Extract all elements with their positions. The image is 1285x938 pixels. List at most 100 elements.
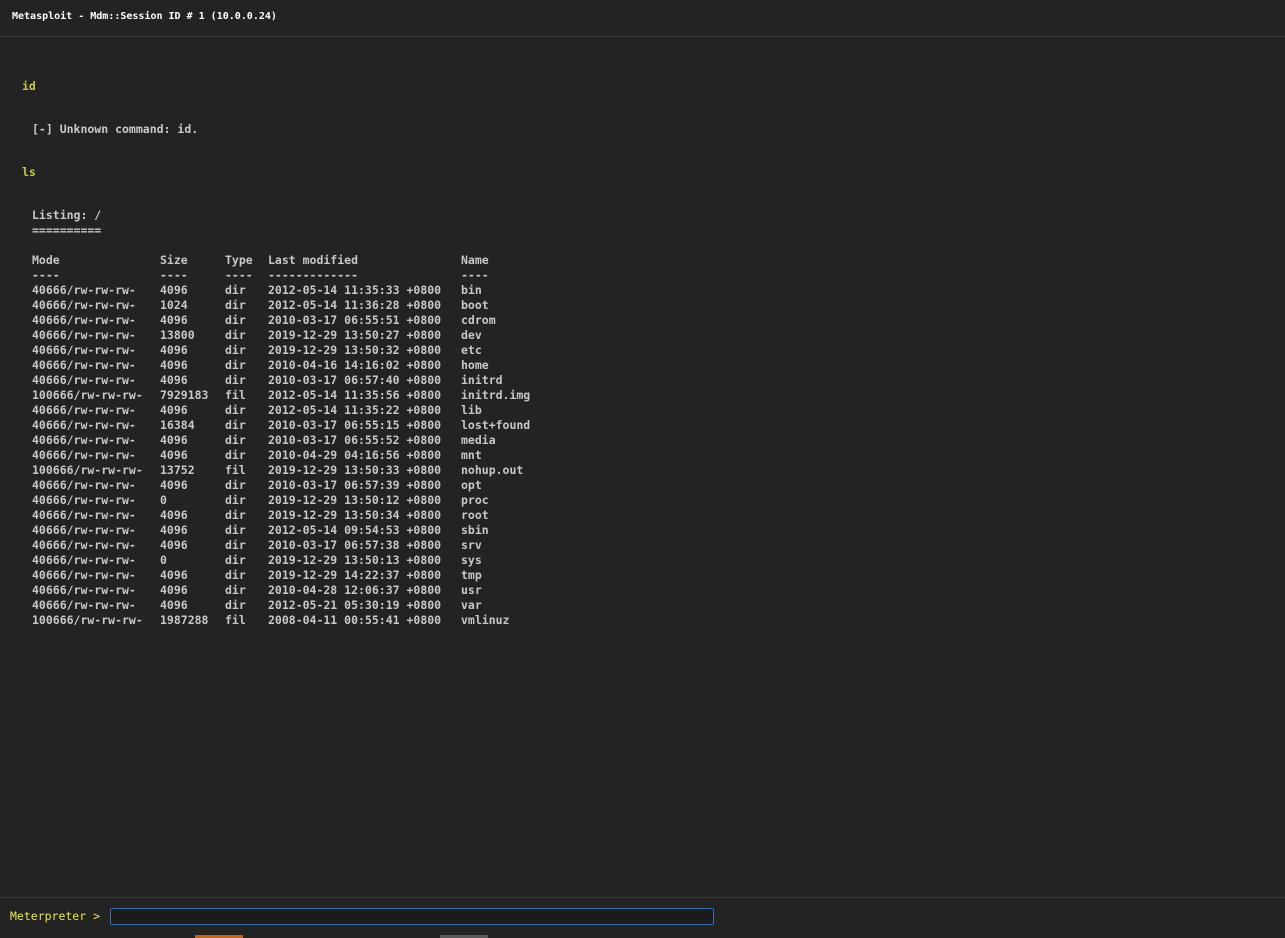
row-name: mnt bbox=[461, 448, 482, 462]
row-type: dir bbox=[225, 478, 246, 492]
row-type: dir bbox=[225, 508, 246, 522]
row-name: initrd bbox=[461, 373, 503, 387]
row-mode: 40666/rw-rw-rw- bbox=[32, 403, 136, 417]
title-bar: Metasploit - Mdm::Session ID # 1 (10.0.0… bbox=[0, 0, 1285, 37]
row-mode: 40666/rw-rw-rw- bbox=[32, 373, 136, 387]
rule-type: ---- bbox=[225, 268, 253, 282]
row-modified: 2010-03-17 06:57:38 +0800 bbox=[268, 538, 442, 552]
row-name: nohup.out bbox=[461, 463, 524, 477]
row-modified: 2012-05-14 11:36:28 +0800 bbox=[268, 298, 442, 312]
row-size: 4096 bbox=[160, 343, 188, 357]
row-type: dir bbox=[225, 283, 246, 297]
row-modified: 2012-05-14 11:35:56 +0800 bbox=[268, 388, 442, 402]
row-size: 4096 bbox=[160, 313, 188, 327]
row-type: dir bbox=[225, 343, 246, 357]
row-size: 4096 bbox=[160, 448, 188, 462]
row-type: dir bbox=[225, 433, 246, 447]
rule-mode: ---- bbox=[32, 268, 60, 282]
row-mode: 40666/rw-rw-rw- bbox=[32, 478, 136, 492]
row-type: fil bbox=[225, 388, 246, 402]
row-modified: 2010-03-17 06:57:39 +0800 bbox=[268, 478, 442, 492]
row-mode: 40666/rw-rw-rw- bbox=[32, 313, 136, 327]
window-title: Metasploit - Mdm::Session ID # 1 (10.0.0… bbox=[12, 11, 277, 22]
row-name: var bbox=[461, 598, 482, 612]
row-size: 0 bbox=[160, 553, 167, 567]
row-modified: 2019-12-29 13:50:12 +0800 bbox=[268, 493, 442, 507]
header-type: Type bbox=[225, 253, 253, 267]
row-type: dir bbox=[225, 568, 246, 582]
row-type: fil bbox=[225, 463, 246, 477]
row-type: dir bbox=[225, 538, 246, 552]
row-mode: 40666/rw-rw-rw- bbox=[32, 538, 136, 552]
row-modified: 2012-05-14 09:54:53 +0800 bbox=[268, 523, 442, 537]
row-size: 4096 bbox=[160, 508, 188, 522]
table-header-rule: ---- ---- ---- ------------- ---- bbox=[32, 268, 489, 283]
row-name: cdrom bbox=[461, 313, 496, 327]
row-mode: 100666/rw-rw-rw- bbox=[32, 388, 143, 402]
row-modified: 2010-03-17 06:55:51 +0800 bbox=[268, 313, 442, 327]
row-mode: 40666/rw-rw-rw- bbox=[32, 493, 136, 507]
row-size: 4096 bbox=[160, 568, 188, 582]
row-type: dir bbox=[225, 598, 246, 612]
row-name: boot bbox=[461, 298, 489, 312]
command-input[interactable] bbox=[110, 908, 714, 925]
row-type: dir bbox=[225, 373, 246, 387]
row-name: lib bbox=[461, 403, 482, 417]
row-size: 1024 bbox=[160, 298, 188, 312]
row-type: dir bbox=[225, 553, 246, 567]
listing-title: Listing: / bbox=[32, 208, 102, 222]
row-type: dir bbox=[225, 358, 246, 372]
row-modified: 2010-03-17 06:55:15 +0800 bbox=[268, 418, 442, 432]
row-name: home bbox=[461, 358, 489, 372]
command-echo-id: id bbox=[22, 79, 36, 93]
row-mode: 100666/rw-rw-rw- bbox=[32, 463, 143, 477]
error-message: [-] Unknown command: id. bbox=[32, 122, 199, 136]
row-type: dir bbox=[225, 523, 246, 537]
row-type: dir bbox=[225, 448, 246, 462]
row-size: 4096 bbox=[160, 358, 188, 372]
rule-name: ---- bbox=[461, 268, 489, 282]
row-type: dir bbox=[225, 313, 246, 327]
row-type: dir bbox=[225, 418, 246, 432]
row-modified: 2012-05-14 11:35:22 +0800 bbox=[268, 403, 442, 417]
row-name: srv bbox=[461, 538, 482, 552]
row-modified: 2019-12-29 14:22:37 +0800 bbox=[268, 568, 442, 582]
row-name: root bbox=[461, 508, 489, 522]
row-mode: 40666/rw-rw-rw- bbox=[32, 568, 136, 582]
row-modified: 2019-12-29 13:50:32 +0800 bbox=[268, 343, 442, 357]
row-modified: 2019-12-29 13:50:34 +0800 bbox=[268, 508, 442, 522]
row-name: usr bbox=[461, 583, 482, 597]
row-size: 4096 bbox=[160, 598, 188, 612]
row-mode: 40666/rw-rw-rw- bbox=[32, 328, 136, 342]
row-mode: 40666/rw-rw-rw- bbox=[32, 358, 136, 372]
row-modified: 2012-05-21 05:30:19 +0800 bbox=[268, 598, 442, 612]
row-mode: 40666/rw-rw-rw- bbox=[32, 553, 136, 567]
prompt-bar: Meterpreter > bbox=[0, 897, 1285, 938]
row-name: dev bbox=[461, 328, 482, 342]
header-mode: Mode bbox=[32, 253, 60, 267]
row-mode: 40666/rw-rw-rw- bbox=[32, 523, 136, 537]
row-name: tmp bbox=[461, 568, 482, 582]
console-output: id [-] Unknown command: id. ls Listing: … bbox=[0, 37, 1285, 897]
row-size: 0 bbox=[160, 493, 167, 507]
listing-underline: ========== bbox=[32, 223, 102, 237]
row-size: 7929183 bbox=[160, 388, 209, 402]
row-modified: 2010-03-17 06:57:40 +0800 bbox=[268, 373, 442, 387]
row-type: dir bbox=[225, 493, 246, 507]
rule-modified: ------------- bbox=[268, 268, 359, 282]
row-type: dir bbox=[225, 328, 246, 342]
row-size: 13800 bbox=[160, 328, 195, 342]
row-modified: 2019-12-29 13:50:33 +0800 bbox=[268, 463, 442, 477]
table-header: Mode Size Type Last modified Name bbox=[32, 253, 489, 268]
row-size: 4096 bbox=[160, 583, 188, 597]
row-type: dir bbox=[225, 583, 246, 597]
row-mode: 40666/rw-rw-rw- bbox=[32, 583, 136, 597]
row-size: 4096 bbox=[160, 538, 188, 552]
header-size: Size bbox=[160, 253, 188, 267]
row-name: media bbox=[461, 433, 496, 447]
row-mode: 40666/rw-rw-rw- bbox=[32, 298, 136, 312]
prompt-label: Meterpreter > bbox=[10, 909, 101, 923]
row-modified: 2019-12-29 13:50:27 +0800 bbox=[268, 328, 442, 342]
row-mode: 40666/rw-rw-rw- bbox=[32, 508, 136, 522]
row-name: vmlinuz bbox=[461, 613, 510, 627]
